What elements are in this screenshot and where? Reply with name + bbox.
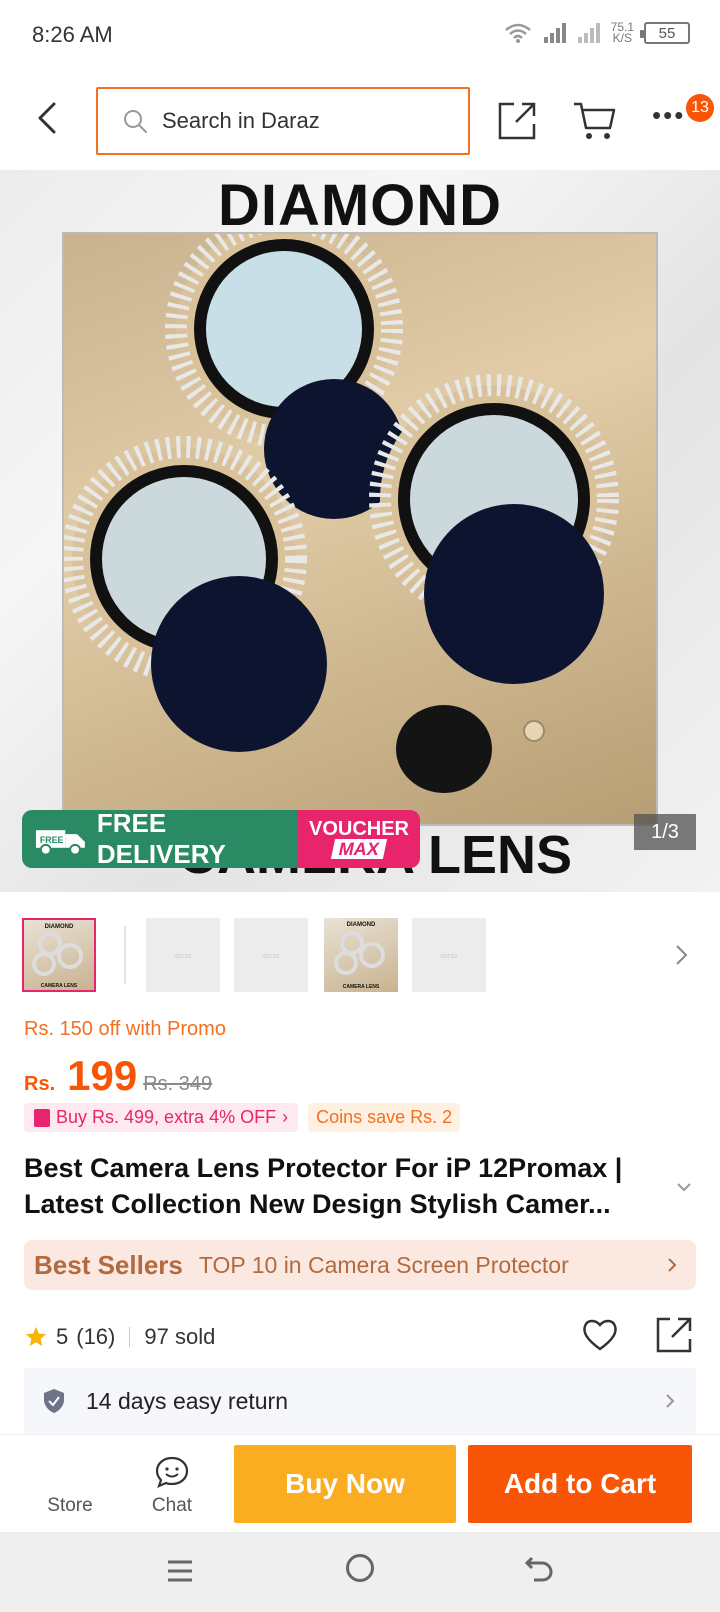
net-speed-unit: K/S <box>612 31 632 45</box>
best-sellers-banner[interactable]: Best Sellers TOP 10 in Camera Screen Pro… <box>24 1240 696 1290</box>
free-tag-text: FREE <box>40 835 64 845</box>
battery-level: 55 <box>658 24 676 42</box>
thumb-caption-top: DIAMOND <box>347 922 376 928</box>
thumbnail-4[interactable]: DIAMOND CAMERA LENS <box>324 918 398 992</box>
top-nav: Search in Daraz ••• 13 <box>0 72 720 168</box>
voucher-max-badge: VOUCHER MAX <box>298 810 420 868</box>
thumbnail-placeholder: daraz <box>262 953 280 960</box>
buy-more-tag[interactable]: Buy Rs. 499, extra 4% OFF › <box>24 1103 299 1132</box>
thumb-caption-bottom: CAMERA LENS <box>343 984 380 990</box>
promo-banner[interactable]: FREE FREE DELIVERY VOUCHER MAX <box>22 810 420 868</box>
placeholder-logo: daraz <box>262 953 280 960</box>
price-currency: Rs. <box>24 1073 56 1095</box>
cart-icon[interactable] <box>572 100 616 142</box>
original-price: Rs. 349 <box>143 1073 213 1095</box>
shield-check-icon <box>44 1389 64 1413</box>
return-policy-text: 14 days easy return <box>86 1387 289 1414</box>
search-input[interactable]: Search in Daraz <box>96 87 470 155</box>
rating-row: 5 (16) 97 sold <box>24 1315 696 1359</box>
free-delivery-badge: FREE FREE DELIVERY <box>22 810 298 868</box>
store-label: Store <box>47 1495 93 1516</box>
store-button[interactable]: Store <box>20 1435 120 1531</box>
home-icon[interactable] <box>346 1554 374 1582</box>
system-nav-bar <box>0 1532 720 1612</box>
thumbnail-image: DIAMOND CAMERA LENS <box>334 922 385 990</box>
best-sellers-label: Best Sellers <box>34 1249 183 1280</box>
rating-score[interactable]: 5 <box>56 1324 68 1350</box>
search-icon <box>124 110 147 133</box>
hero-title: DIAMOND <box>217 173 503 238</box>
menu-icon[interactable] <box>166 1558 194 1584</box>
thumb-caption-bottom: CAMERA LENS <box>41 983 78 989</box>
thumbnail-placeholder: daraz <box>440 953 458 960</box>
divider <box>129 1327 131 1347</box>
return-policy-row[interactable]: 14 days easy return <box>24 1368 696 1434</box>
thumbnail-5[interactable]: daraz <box>412 918 486 992</box>
lens-rings-illustration <box>61 210 619 793</box>
voucher-icon <box>34 1108 50 1127</box>
bottom-action-bar: Store Chat Buy Now Add to Cart <box>0 1434 720 1530</box>
free-delivery-label: FREE DELIVERY <box>96 810 226 868</box>
promo-tags: Buy Rs. 499, extra 4% OFF › Coins save R… <box>24 1103 461 1132</box>
voucher-label: VOUCHER <box>308 818 409 840</box>
product-title: Best Camera Lens Protector For iP 12Prom… <box>24 1153 623 1219</box>
share-icon[interactable] <box>496 100 538 142</box>
product-photo <box>61 210 658 826</box>
network-speed: 75.1 K/S <box>611 21 634 45</box>
coins-tag: Coins save Rs. 2 <box>308 1103 461 1132</box>
star-icon <box>26 1327 46 1346</box>
chat-button[interactable]: Chat <box>124 1435 220 1531</box>
placeholder-logo: daraz <box>174 953 192 960</box>
status-bar: 8:26 AM 75.1 K/S 55 <box>0 0 720 72</box>
share-icon[interactable] <box>654 1315 694 1355</box>
thumbnail-divider <box>124 926 126 984</box>
chevron-right-icon <box>666 1394 675 1408</box>
voucher-max-label: MAX <box>330 839 388 859</box>
back-icon[interactable] <box>524 1554 554 1582</box>
thumbnail-2[interactable]: daraz <box>146 918 220 992</box>
status-time: 8:26 AM <box>32 22 113 47</box>
signal-icon <box>543 23 566 43</box>
delivery-truck-icon: FREE <box>35 830 85 856</box>
buy-now-button[interactable]: Buy Now <box>234 1445 456 1523</box>
notification-badge: 13 <box>686 94 714 122</box>
promo-discount-text: Rs. 150 off with Promo <box>24 1018 226 1040</box>
thumbnail-image: DIAMOND CAMERA LENS <box>32 924 83 989</box>
chevron-right-icon: › <box>282 1107 289 1127</box>
price-value: 199 <box>67 1052 138 1099</box>
search-placeholder: Search in Daraz <box>162 108 320 133</box>
chat-label: Chat <box>151 1495 193 1516</box>
chevron-right-icon[interactable] <box>672 940 692 970</box>
buy-more-text: Buy Rs. 499, extra 4% OFF <box>56 1107 277 1127</box>
battery-icon: 55 <box>640 22 690 44</box>
status-icons: 75.1 K/S 55 <box>503 21 690 45</box>
image-counter: 1/3 <box>634 814 696 850</box>
chat-icon <box>155 1456 189 1488</box>
thumbnail-3[interactable]: daraz <box>234 918 308 992</box>
product-image-carousel[interactable]: DIAMOND CAMERA LENS FREE FREE DEL <box>0 170 720 892</box>
chevron-down-icon[interactable] <box>674 1180 694 1194</box>
thumbnail-placeholder: daraz <box>174 953 192 960</box>
thumbnail-1[interactable]: DIAMOND CAMERA LENS <box>22 918 96 992</box>
review-count[interactable]: (16) <box>76 1324 115 1350</box>
thumbnail-strip: DIAMOND CAMERA LENS daraz daraz DIAMOND … <box>0 918 720 994</box>
best-sellers-rank: TOP 10 in Camera Screen Protector <box>198 1251 569 1278</box>
chevron-right-icon <box>668 1258 677 1272</box>
heart-icon[interactable] <box>580 1315 620 1355</box>
sold-count: 97 sold <box>144 1324 216 1349</box>
price-row: Rs. 199 Rs. 349 <box>24 1052 212 1100</box>
signal-icon-2 <box>577 23 600 43</box>
back-arrow-icon[interactable] <box>28 98 68 138</box>
placeholder-logo: daraz <box>440 953 458 960</box>
thumb-caption-top: DIAMOND <box>45 924 74 930</box>
add-to-cart-button[interactable]: Add to Cart <box>468 1445 692 1523</box>
wifi-icon <box>504 23 531 43</box>
